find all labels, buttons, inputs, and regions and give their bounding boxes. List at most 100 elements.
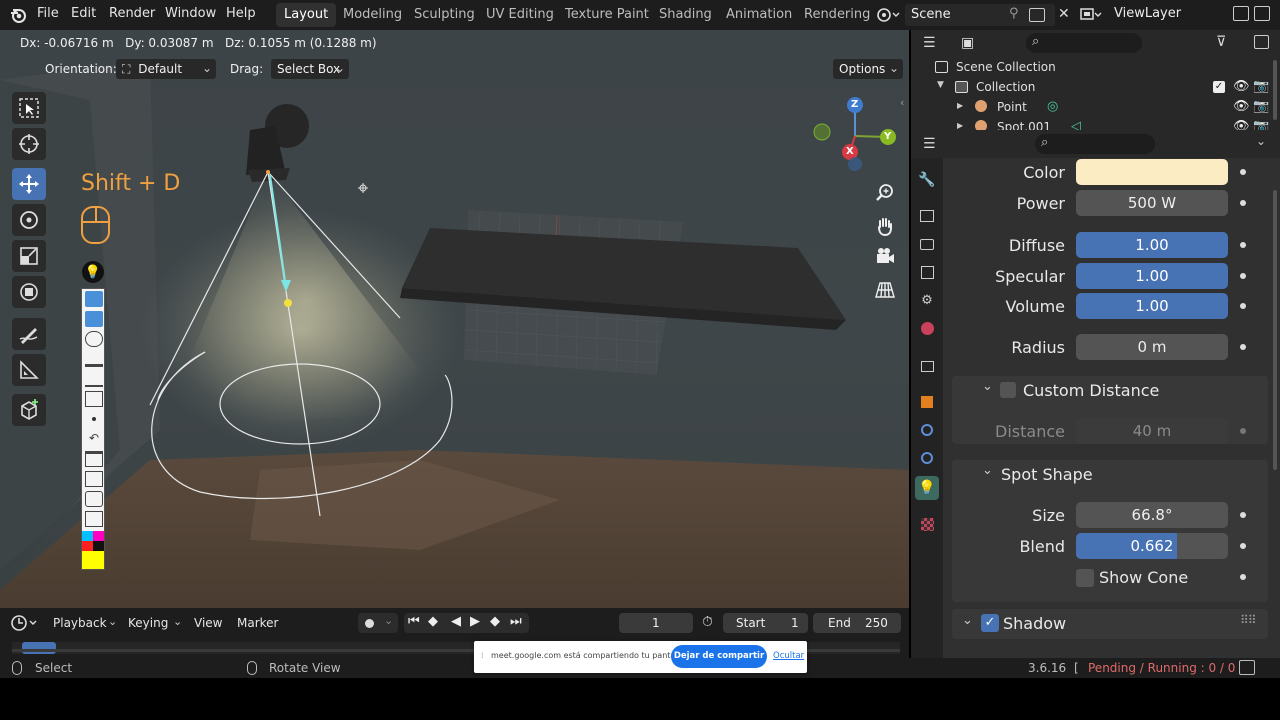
keyframe-dot[interactable] <box>1240 574 1246 580</box>
move-tool[interactable] <box>12 168 46 200</box>
playhead[interactable] <box>22 642 56 654</box>
scene-name-field[interactable]: Scene ⚲ <box>905 4 1055 26</box>
start-frame-field[interactable]: Start 1 <box>723 613 808 633</box>
spot-shape-panel-header[interactable]: ⌄ Spot Shape <box>952 460 1268 488</box>
blender-logo-icon[interactable] <box>9 6 27 24</box>
next-keyframe-icon[interactable]: ◆ <box>490 614 500 629</box>
shadow-checkbox[interactable]: ✓ <box>981 614 999 632</box>
new-scene-icon[interactable] <box>1029 8 1045 22</box>
camera-view-button[interactable] <box>870 242 900 272</box>
3d-viewport[interactable]: Z Y X Dx: -0.06716 m Dy: 0.03087 m Dz: 0… <box>0 30 909 608</box>
highlighter-icon[interactable] <box>85 351 103 367</box>
pointer-icon[interactable] <box>85 311 103 327</box>
show-cone-checkbox[interactable] <box>1076 569 1094 587</box>
keyframe-dot[interactable] <box>1240 303 1246 309</box>
volume-field[interactable]: 1.00 <box>1076 293 1228 319</box>
tab-constraints[interactable] <box>915 446 939 470</box>
expand-arrow-icon[interactable]: ▼ <box>937 80 944 90</box>
camera-icon[interactable]: 📷 <box>1253 119 1269 130</box>
measure-tool[interactable] <box>12 354 46 386</box>
zoom-button[interactable] <box>870 178 900 208</box>
pen-icon[interactable] <box>85 371 103 387</box>
color-swatch[interactable] <box>1076 159 1228 185</box>
eye-icon[interactable]: 👁 <box>1233 99 1250 114</box>
transform-tool[interactable] <box>12 276 46 308</box>
keyframe-dot[interactable] <box>1240 242 1246 248</box>
eraser-icon[interactable] <box>85 391 103 407</box>
tab-layout[interactable]: Layout <box>276 3 337 27</box>
checkbox-icon[interactable]: ✓ <box>1213 81 1225 93</box>
tab-object[interactable] <box>915 390 939 414</box>
outliner-row-spot[interactable]: ▶ Spot.001 ◁ 👁 📷 <box>911 118 1280 130</box>
select-box-tool[interactable] <box>12 92 46 124</box>
light-data-icon[interactable]: ◎ <box>1047 99 1058 114</box>
expand-arrow-icon[interactable]: ▶ <box>957 101 963 110</box>
menu-edit[interactable]: Edit <box>71 6 96 21</box>
outliner-row-collection[interactable]: ▼ Collection ✓ 👁 📷 <box>911 78 1280 98</box>
status-menu-icon[interactable] <box>1239 660 1255 675</box>
keying-menu[interactable]: Keying <box>128 616 168 630</box>
display-mode-icon[interactable]: ▣ <box>961 35 974 51</box>
eye-icon[interactable] <box>85 291 103 307</box>
camera-icon[interactable] <box>85 491 103 507</box>
outliner-row-scene-collection[interactable]: Scene Collection <box>911 58 1280 78</box>
tab-rendering[interactable]: Rendering <box>796 3 878 27</box>
custom-distance-checkbox[interactable] <box>1000 382 1016 398</box>
tab-shading[interactable]: Shading <box>651 3 720 27</box>
scale-tool[interactable] <box>12 240 46 272</box>
stopwatch-icon[interactable]: ⏱ <box>702 614 713 630</box>
light-bulb-icon[interactable]: 💡 <box>82 261 104 283</box>
menu-file[interactable]: File <box>37 6 59 21</box>
tab-modeling[interactable]: Modeling <box>335 3 410 27</box>
camera-icon[interactable]: 📷 <box>1253 79 1269 94</box>
orientation-dropdown[interactable]: ⛶ Default ⌄ <box>116 59 216 79</box>
drag-handle-icon[interactable]: ⠿⠿ <box>1240 613 1257 627</box>
view-layer-icon[interactable] <box>1080 7 1102 23</box>
prev-keyframe-icon[interactable]: ◆ <box>428 614 438 629</box>
menu-render[interactable]: Render <box>109 6 155 21</box>
tab-uv-editing[interactable]: UV Editing <box>478 3 562 27</box>
keyframe-dot[interactable] <box>1240 200 1246 206</box>
keyframe-dot[interactable] <box>1240 169 1246 175</box>
drag-dropdown[interactable]: Select Box ⌄ <box>271 59 349 79</box>
power-field[interactable]: 500 W <box>1076 190 1228 216</box>
dot-icon[interactable] <box>85 411 103 427</box>
expand-arrow-icon[interactable]: ▶ <box>957 121 963 130</box>
filter-icon[interactable]: ⊽ <box>1216 34 1226 50</box>
jump-start-icon[interactable]: ⏮ <box>408 614 420 629</box>
eye-icon[interactable]: 👁 <box>1233 119 1250 130</box>
custom-distance-panel-header[interactable]: ⌄ Custom Distance <box>952 376 1268 404</box>
jump-end-icon[interactable]: ⏭ <box>510 614 522 629</box>
stop-sharing-button[interactable]: Dejar de compartir <box>671 645 767 668</box>
keyframe-dot[interactable] <box>1240 273 1246 279</box>
gizmo-x-label[interactable]: X <box>846 146 854 157</box>
keyframe-dot[interactable] <box>1240 344 1246 350</box>
keyframe-dot[interactable] <box>1240 543 1246 549</box>
options-dropdown[interactable]: Options ⌄ <box>833 59 903 79</box>
collapse-arrow-icon[interactable]: ‹ <box>900 96 904 109</box>
keyframe-dot[interactable] <box>1240 512 1246 518</box>
tab-collection[interactable] <box>915 354 939 378</box>
remove-scene-icon[interactable]: ✕ <box>1058 6 1070 22</box>
new-collection-icon[interactable] <box>1254 35 1269 49</box>
cursor-tool[interactable] <box>12 128 46 160</box>
size-field[interactable]: 66.8° <box>1076 502 1228 528</box>
play-reverse-icon[interactable]: ◀ <box>451 614 461 629</box>
diffuse-field[interactable]: 1.00 <box>1076 232 1228 258</box>
playback-menu[interactable]: Playback <box>53 616 107 630</box>
tab-world[interactable] <box>915 316 939 340</box>
eye-icon[interactable]: 👁 <box>1233 79 1250 94</box>
outliner-row-point[interactable]: ▶ Point ◎ 👁 📷 <box>911 98 1280 118</box>
auto-keying-button[interactable]: ⌄ <box>358 613 398 633</box>
tab-sculpting[interactable]: Sculpting <box>406 3 483 27</box>
tab-animation[interactable]: Animation <box>718 3 800 27</box>
outliner-search-input[interactable]: ⌕ <box>1026 33 1142 53</box>
chevron-down-icon[interactable]: ⌄ <box>1256 134 1266 148</box>
camera-icon[interactable]: 📷 <box>1253 99 1269 114</box>
spot-data-icon[interactable]: ◁ <box>1071 119 1081 130</box>
undo-icon[interactable]: ↶ <box>85 431 103 447</box>
hide-link[interactable]: Ocultar <box>773 651 804 661</box>
pin-icon[interactable]: ⚲ <box>1009 6 1019 21</box>
current-frame-field[interactable]: 1 <box>619 613 693 633</box>
end-frame-field[interactable]: End 250 <box>813 613 901 633</box>
